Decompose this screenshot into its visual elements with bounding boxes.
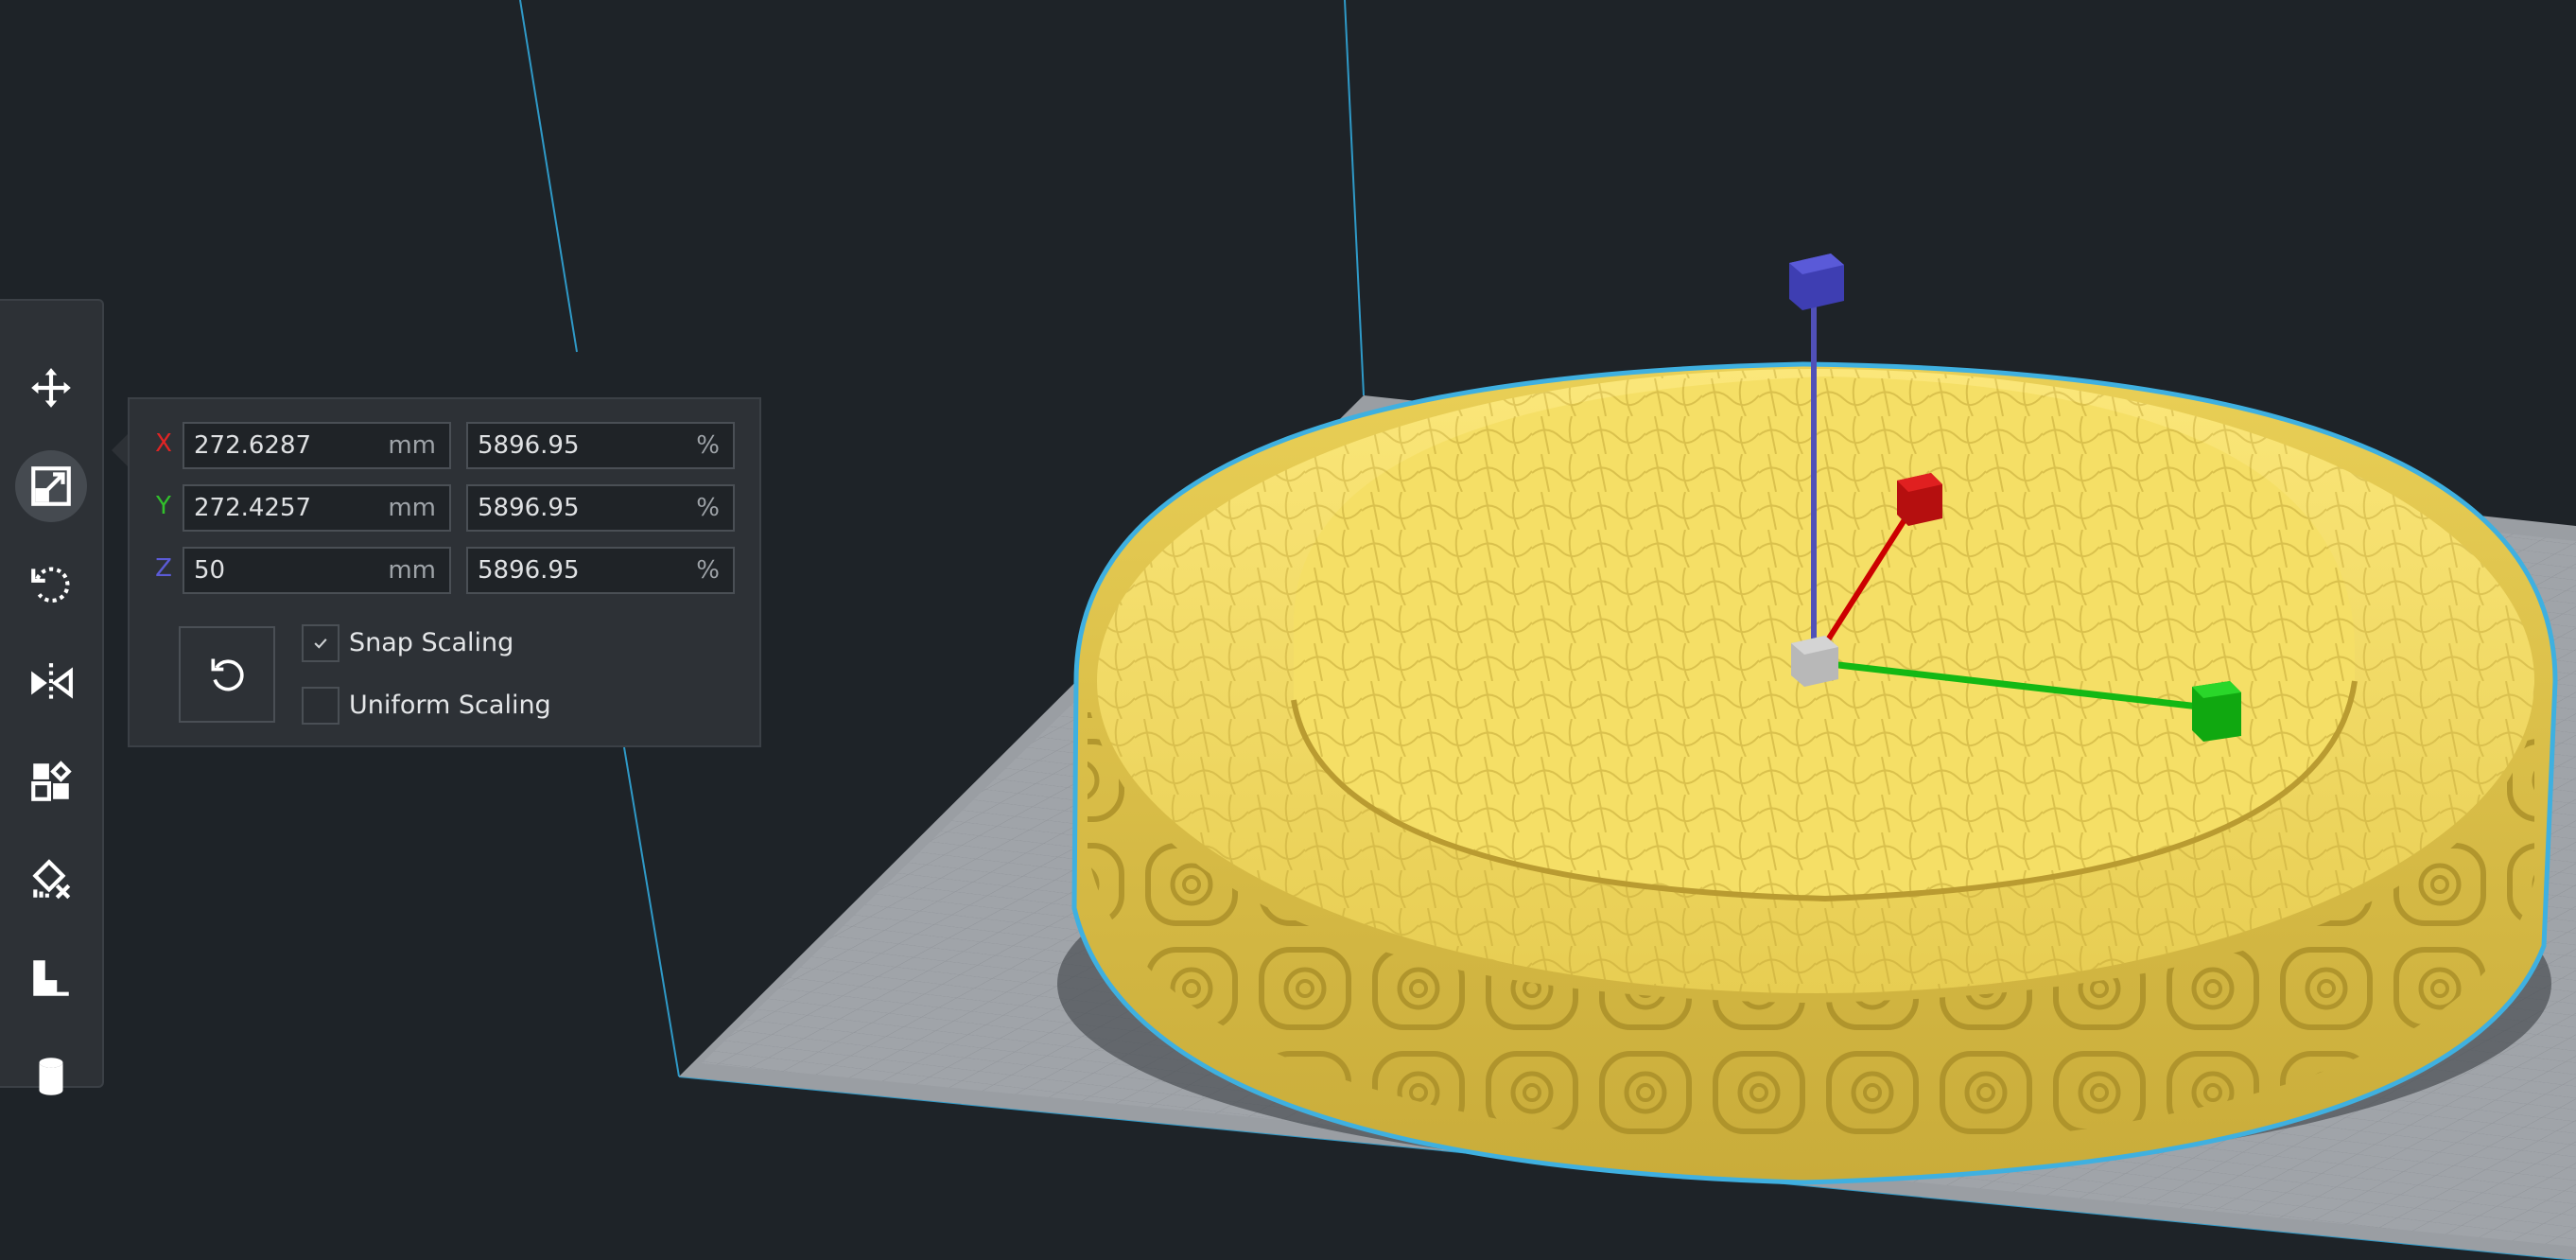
gizmo-z-handle[interactable] — [1789, 254, 1844, 310]
support-blocker-button[interactable] — [15, 844, 87, 916]
mirror-icon — [31, 663, 73, 703]
per-model-settings-icon — [31, 761, 72, 801]
reset-icon — [211, 658, 244, 691]
gizmo-x-handle[interactable] — [1897, 473, 1942, 526]
checkmark-icon — [314, 639, 327, 649]
rotate-icon — [31, 567, 70, 603]
axis-label-z: Z — [155, 554, 172, 583]
reset-scale-button[interactable] — [179, 626, 275, 723]
panel-pointer — [112, 433, 129, 467]
uniform-scaling-checkbox[interactable] — [302, 687, 339, 725]
snap-scaling-checkbox[interactable] — [302, 624, 339, 662]
support-blocker-icon — [32, 859, 71, 900]
scale-icon — [31, 466, 71, 506]
axis-label-x: X — [155, 429, 172, 458]
y-mm-input[interactable]: 272.4257 mm — [183, 484, 451, 532]
snap-scaling-label: Snap Scaling — [349, 628, 514, 657]
gizmo-y-handle[interactable] — [2192, 681, 2241, 742]
cylinder-icon — [39, 1058, 63, 1095]
scale-panel: X 272.6287 mm 5896.95 % Y 272.4257 mm 58… — [128, 397, 761, 747]
axis-label-y: Y — [156, 492, 171, 520]
y-percent-input[interactable]: 5896.95 % — [466, 484, 735, 532]
cylinder-tool-button[interactable] — [15, 1041, 87, 1112]
z-percent-input[interactable]: 5896.95 % — [466, 547, 735, 594]
uniform-scaling-label: Uniform Scaling — [349, 691, 551, 720]
scale-tool-button[interactable] — [15, 450, 87, 522]
tool-sidebar — [0, 299, 104, 1095]
per-model-settings-button[interactable] — [15, 745, 87, 817]
gizmo-center-handle[interactable] — [1791, 636, 1838, 687]
model[interactable] — [1057, 361, 2558, 1185]
x-mm-input[interactable]: 272.6287 mm — [183, 422, 451, 469]
stairs-icon — [33, 960, 69, 996]
rotate-tool-button[interactable] — [15, 549, 87, 621]
mirror-tool-button[interactable] — [15, 647, 87, 719]
move-tool-button[interactable] — [15, 352, 87, 424]
x-percent-input[interactable]: 5896.95 % — [466, 422, 735, 469]
layer-view-button[interactable] — [15, 942, 87, 1014]
move-arrows-icon — [31, 368, 71, 408]
z-mm-input[interactable]: 50 mm — [183, 547, 451, 594]
